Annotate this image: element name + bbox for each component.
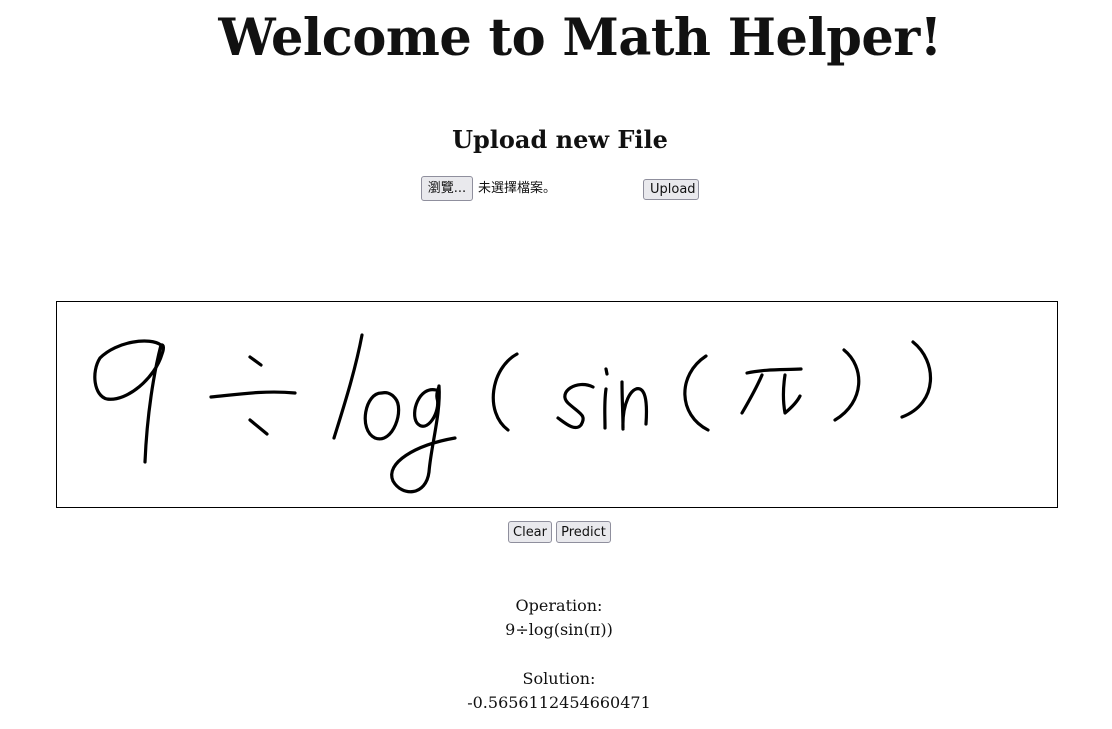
drawing-canvas[interactable] <box>56 301 1058 508</box>
letter-l-stroke <box>332 333 364 440</box>
open-parenthesis-one-stroke <box>491 352 519 432</box>
letter-i-stroke <box>603 387 608 430</box>
pi-left-stroke <box>740 373 764 415</box>
close-parenthesis-two-stroke <box>900 340 933 419</box>
open-parenthesis-two-stroke <box>683 354 710 432</box>
letter-n-stroke <box>620 380 649 431</box>
close-parenthesis-one-stroke <box>833 348 861 422</box>
upload-button[interactable]: Upload <box>643 178 699 200</box>
page-title: Welcome to Math Helper! <box>218 8 942 68</box>
solution-result: Solution: -0.5656112454660471 <box>0 667 1112 715</box>
letter-g-stroke <box>390 384 457 494</box>
division-line-stroke <box>209 390 297 399</box>
operation-label: Operation: <box>515 596 603 615</box>
browse-file-button[interactable]: 瀏覽... <box>421 176 473 201</box>
selected-file-status: 未選擇檔案。 <box>478 180 557 196</box>
division-top-dot-stroke <box>248 355 263 367</box>
clear-button[interactable]: Clear <box>508 521 552 543</box>
math-helper-page: Welcome to Math Helper! Upload new File … <box>0 0 1112 729</box>
letter-o-stroke <box>363 391 401 441</box>
letter-s-stroke <box>556 382 595 430</box>
operation-result: Operation: 9÷log(sin(π)) <box>0 594 1112 642</box>
solution-value: -0.5656112454660471 <box>467 693 651 712</box>
canvas-actions: Clear Predict <box>508 521 611 543</box>
upload-section-title: Upload new File <box>452 125 668 154</box>
operation-value: 9÷log(sin(π)) <box>505 620 613 639</box>
solution-label: Solution: <box>522 669 596 688</box>
handwritten-expression-drawing[interactable] <box>57 302 1057 507</box>
result-spacing <box>0 642 1112 667</box>
letter-i-dot-stroke <box>604 367 609 376</box>
predict-button[interactable]: Predict <box>556 521 611 543</box>
division-bottom-dot-stroke <box>248 418 269 436</box>
prediction-results: Operation: 9÷log(sin(π)) Solution: -0.56… <box>0 594 1112 715</box>
pi-top-stroke <box>745 367 803 375</box>
digit-nine-stroke <box>93 339 165 464</box>
pi-right-stroke <box>781 373 802 415</box>
upload-controls: 瀏覽... 未選擇檔案。 Upload <box>421 176 699 201</box>
